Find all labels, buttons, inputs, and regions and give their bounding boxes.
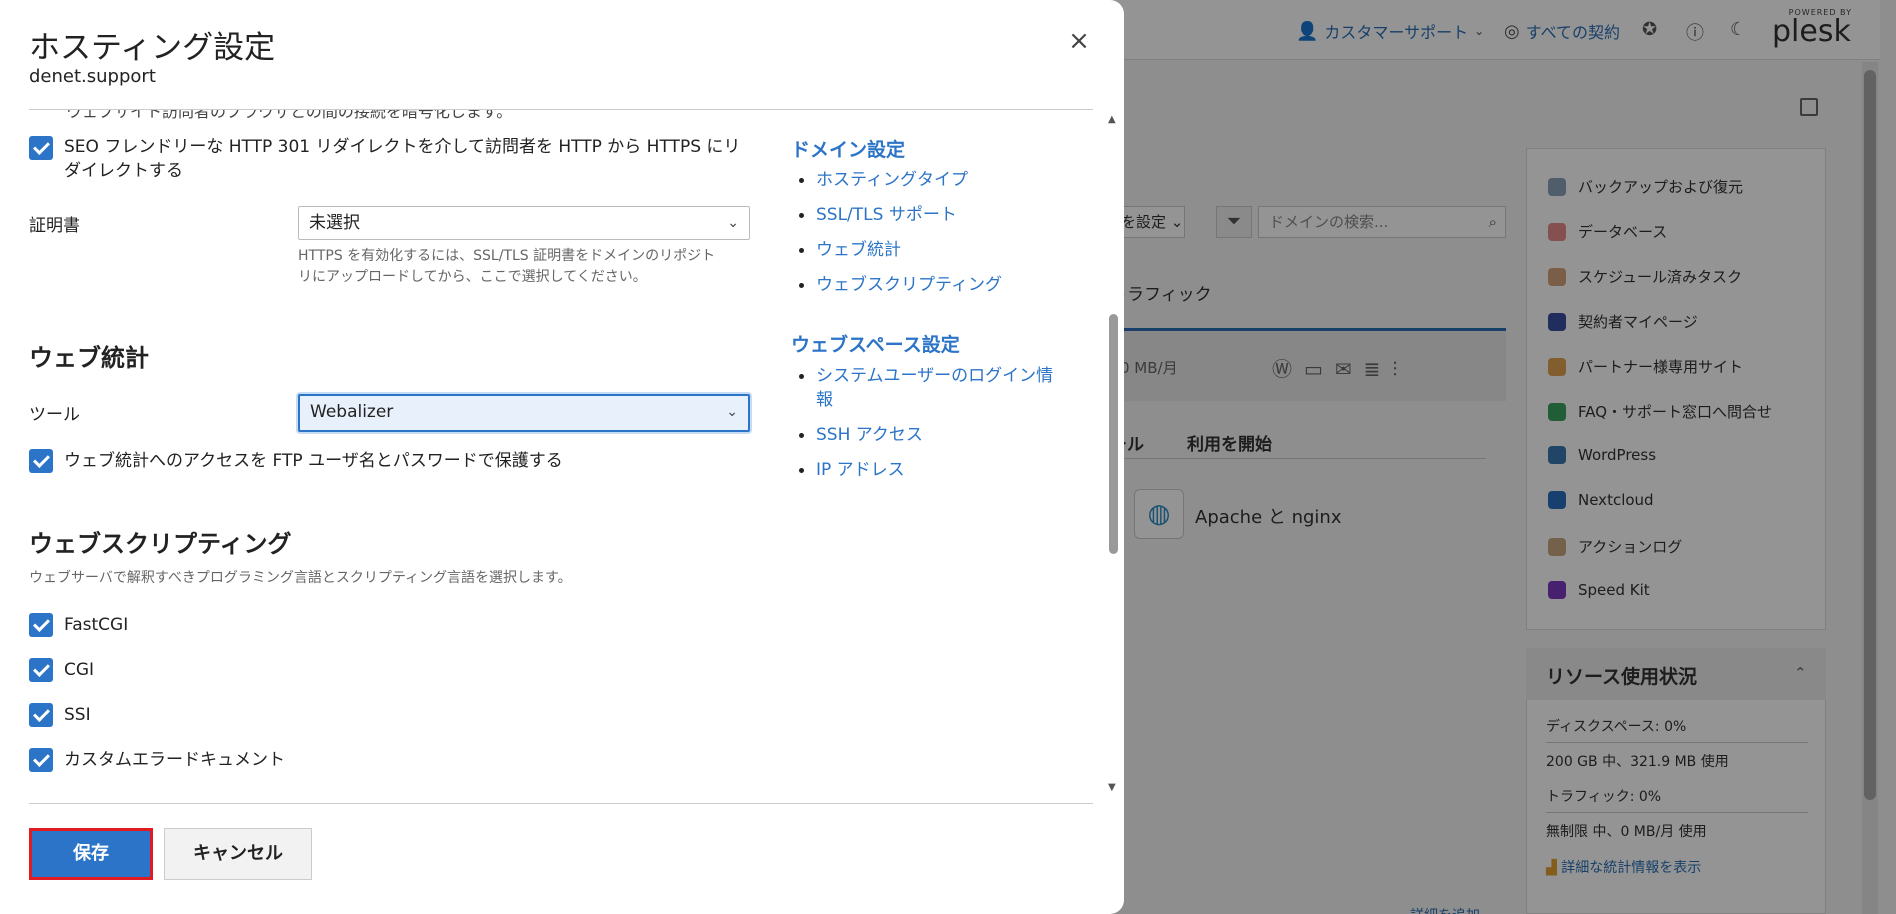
chevron-down-icon: ⌄ (727, 215, 739, 231)
certificate-hint: HTTPS を有効化するには、SSL/TLS 証明書をドメインのリポジト リにア… (298, 248, 716, 285)
toc-webstats[interactable]: ウェブ統計 (799, 238, 901, 262)
cgi-label: CGI (64, 660, 95, 680)
tool-label: ツール (29, 405, 80, 425)
custom-error-docs-checkbox[interactable] (29, 748, 53, 772)
dialog-subtitle: denet.support (29, 66, 156, 87)
toc-hosting-type[interactable]: ホスティングタイプ (799, 168, 968, 192)
cgi-checkbox[interactable] (29, 658, 53, 682)
ssi-checkbox[interactable] (29, 703, 53, 727)
scripting-hint: ウェブサーバで解釈すべきプログラミング言語とスクリプティング言語を選択します。 (29, 570, 572, 586)
scroll-down-icon[interactable]: ▼ (1108, 782, 1116, 793)
cut-off-text: ウェブサイト訪問者のブラウザとの間の接続を暗号化します。 (66, 110, 513, 121)
dialog-title: ホスティング設定 (29, 30, 276, 66)
close-icon[interactable]: × (1066, 28, 1092, 54)
chevron-down-icon: ⌄ (726, 404, 738, 420)
custom-error-docs-label: カスタムエラードキュメント (64, 750, 285, 770)
certificate-label: 証明書 (29, 216, 80, 236)
toc-system-user[interactable]: システムユーザーのログイン情 報 (798, 364, 1053, 412)
toc-domain-settings-heading[interactable]: ドメイン設定 (791, 135, 905, 162)
fastcgi-checkbox[interactable] (29, 613, 53, 637)
toc-ssl-tls[interactable]: SSL/TLS サポート (799, 203, 957, 227)
webstats-protect-checkbox[interactable] (29, 449, 53, 473)
toc-ssh-access[interactable]: SSH アクセス (799, 423, 923, 447)
webstats-section-title: ウェブ統計 (29, 344, 149, 372)
certificate-select[interactable]: 未選択 ⌄ (298, 206, 750, 240)
save-button[interactable]: 保存 (29, 828, 153, 880)
seo-redirect-label: SEO フレンドリーな HTTP 301 リダイレクトを介して訪問者を HTTP… (64, 137, 741, 181)
fastcgi-label: FastCGI (64, 615, 129, 635)
dialog-scrollbar-thumb[interactable] (1109, 314, 1118, 554)
scripting-section-title: ウェブスクリプティング (29, 530, 292, 558)
webstats-protect-label: ウェブ統計へのアクセスを FTP ユーザ名とパスワードで保護する (64, 451, 563, 471)
toc-ip-address[interactable]: IP アドレス (799, 458, 905, 482)
scroll-up-icon[interactable]: ▲ (1108, 114, 1116, 125)
ssi-label: SSI (64, 705, 91, 725)
hosting-settings-dialog: ホスティング設定 denet.support × ウェブサイト訪問者のブラウザと… (0, 0, 1124, 914)
toc-scripting[interactable]: ウェブスクリプティング (799, 273, 1002, 297)
divider (29, 803, 1093, 804)
seo-redirect-checkbox[interactable] (29, 136, 53, 160)
webstats-tool-select[interactable]: Webalizer ⌄ (298, 394, 750, 432)
dialog-body: ウェブサイト訪問者のブラウザとの間の接続を暗号化します。 SEO フレンドリーな… (0, 110, 1124, 803)
toc-webspace-settings-heading[interactable]: ウェブスペース設定 (791, 330, 960, 357)
cancel-button[interactable]: キャンセル (164, 828, 312, 880)
